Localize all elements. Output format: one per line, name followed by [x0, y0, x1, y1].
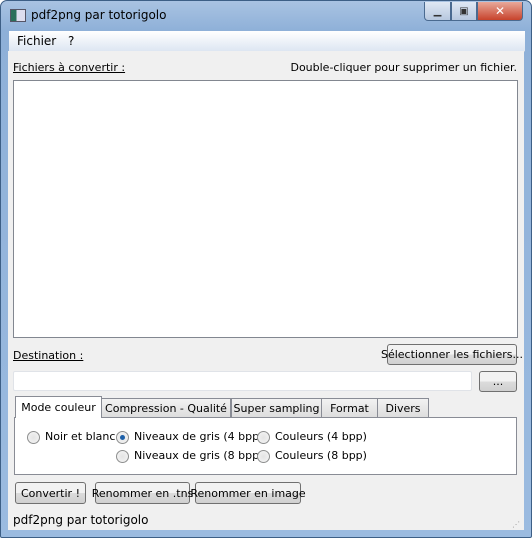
- tab-divers[interactable]: Divers: [377, 398, 429, 418]
- minimize-icon: ▁: [433, 5, 442, 17]
- menu-bar: Fichier ?: [9, 31, 525, 52]
- menu-fichier[interactable]: Fichier: [17, 34, 56, 48]
- tab-compression-qualite[interactable]: Compression - Qualité: [101, 398, 231, 418]
- app-icon: [10, 9, 26, 22]
- status-bar-text: pdf2png par totorigolo: [13, 513, 149, 527]
- destination-label: Destination :: [13, 349, 84, 362]
- radio-label: Couleurs (4 bpp): [275, 430, 367, 443]
- tab-panel: [14, 417, 517, 475]
- convert-button[interactable]: Convertir !: [15, 482, 86, 504]
- files-list[interactable]: [13, 80, 518, 338]
- minimize-button[interactable]: ▁: [424, 2, 451, 21]
- radio-gris-4bpp[interactable]: [116, 431, 129, 444]
- files-label: Fichiers à convertir :: [13, 61, 126, 74]
- radio-gris-8bpp[interactable]: [116, 450, 129, 463]
- radio-noir-et-blanc[interactable]: [27, 431, 40, 444]
- tab-super-sampling[interactable]: Super sampling: [231, 398, 322, 418]
- rename-tns-button[interactable]: Renommer en .tns: [92, 482, 193, 504]
- menu-help[interactable]: ?: [68, 34, 74, 48]
- tab-mode-couleur[interactable]: Mode couleur: [15, 396, 102, 418]
- resize-grip-icon[interactable]: ⋰: [512, 520, 520, 529]
- destination-input[interactable]: [13, 371, 472, 391]
- radio-couleurs-8bpp[interactable]: [257, 450, 270, 463]
- radio-couleurs-4bpp[interactable]: [257, 431, 270, 444]
- window-title: pdf2png par totorigolo: [31, 8, 167, 22]
- radio-label: Niveaux de gris (8 bpp): [134, 449, 264, 462]
- browse-button[interactable]: ...: [479, 371, 517, 392]
- radio-label: Couleurs (8 bpp): [275, 449, 367, 462]
- maximize-button[interactable]: ▣: [451, 2, 477, 21]
- close-button[interactable]: ✕: [477, 2, 523, 21]
- files-hint: Double-cliquer pour supprimer un fichier…: [290, 61, 517, 74]
- close-icon: ✕: [494, 4, 506, 18]
- maximize-icon: ▣: [459, 5, 469, 17]
- radio-label: Noir et blanc: [45, 430, 116, 443]
- rename-image-button[interactable]: Renommer en image: [190, 482, 306, 504]
- tab-format[interactable]: Format: [321, 398, 378, 418]
- select-files-button[interactable]: Sélectionner les fichiers...: [381, 344, 523, 365]
- radio-label: Niveaux de gris (4 bpp): [134, 430, 264, 443]
